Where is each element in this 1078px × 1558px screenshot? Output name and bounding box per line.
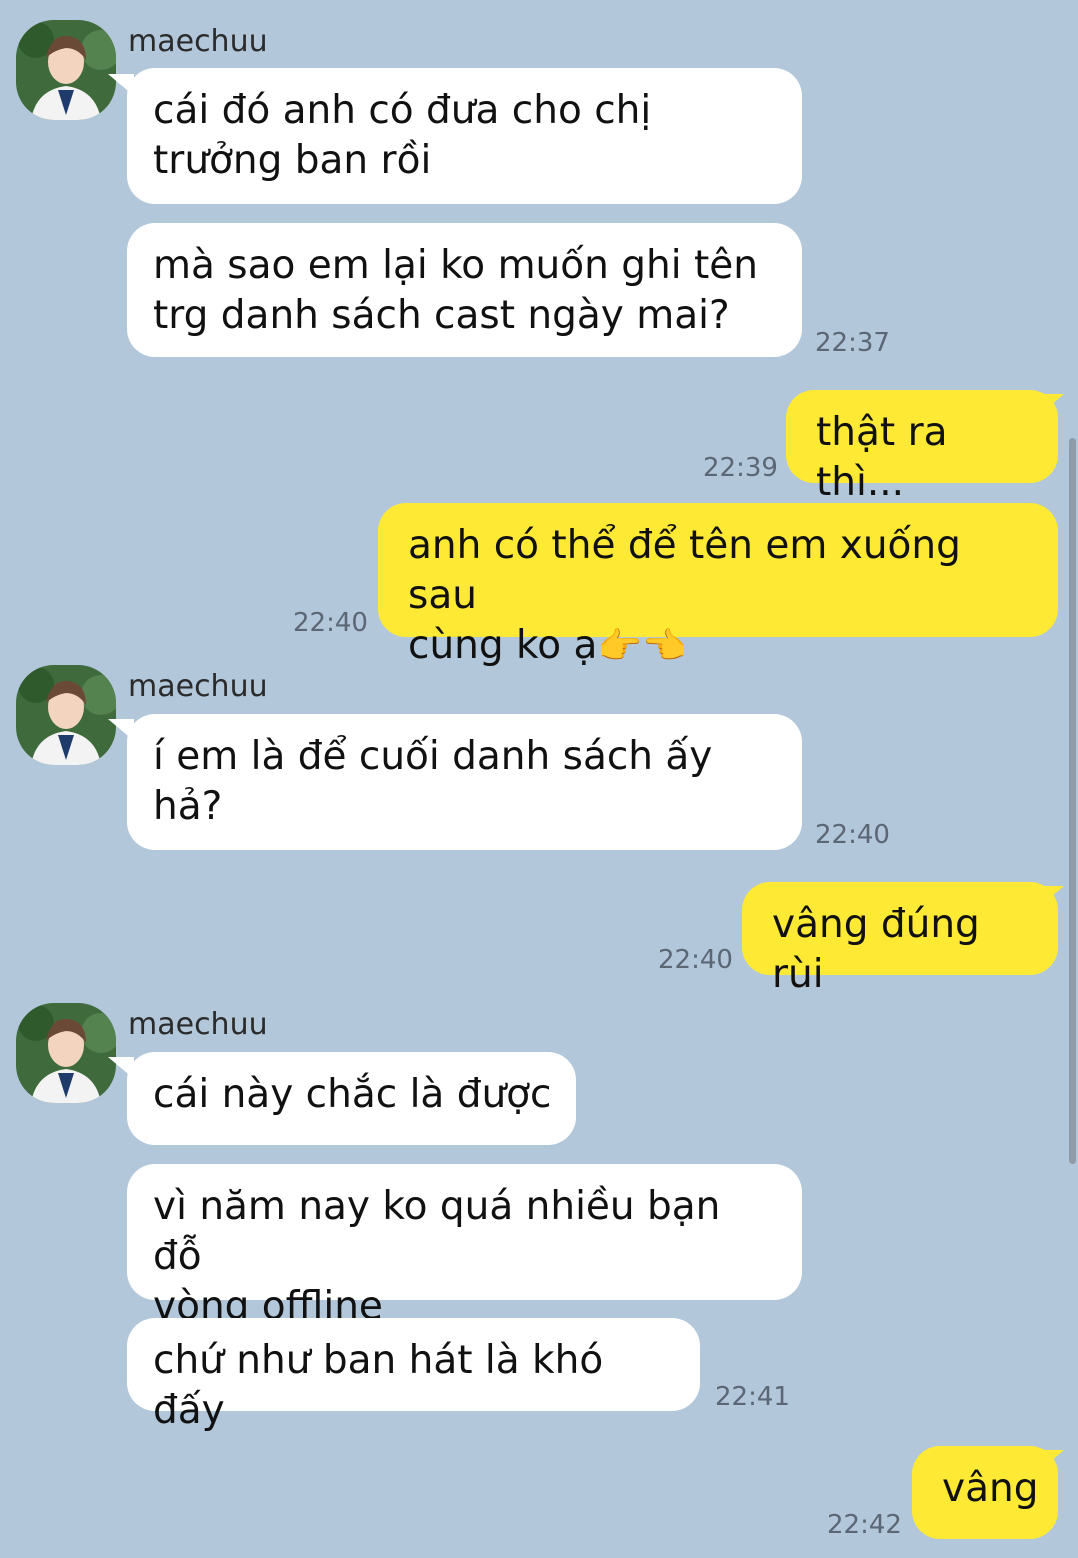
sender-name: maechuu — [128, 669, 268, 704]
avatar[interactable] — [16, 665, 116, 765]
avatar-photo-icon — [16, 665, 116, 765]
pointing-fingers-icon: 👉👈 — [597, 626, 688, 667]
avatar-photo-icon — [16, 20, 116, 120]
incoming-message-bubble[interactable]: cái đó anh có đưa cho chị trưởng ban rồi — [127, 68, 802, 204]
outgoing-message-bubble[interactable]: thật ra thì... — [786, 390, 1058, 505]
avatar[interactable] — [16, 1003, 116, 1103]
outgoing-message-bubble[interactable]: vâng — [912, 1446, 1058, 1539]
avatar[interactable] — [16, 20, 116, 120]
sender-name: maechuu — [128, 1007, 268, 1042]
incoming-message-bubble[interactable]: vì năm nay ko quá nhiều bạn đỗ vòng offl… — [127, 1164, 802, 1329]
sender-name: maechuu — [128, 24, 268, 59]
outgoing-message-bubble[interactable]: vâng đúng rùi — [742, 882, 1058, 997]
message-timestamp: 22:41 — [715, 1382, 790, 1412]
bubble-tail — [1038, 886, 1064, 908]
bubble-tail — [1038, 394, 1064, 416]
message-text: anh có thể để tên em xuống sau cùng ko ạ — [408, 523, 961, 668]
scrollbar[interactable] — [1069, 438, 1076, 1164]
incoming-message-bubble[interactable]: chứ như ban hát là khó đấy — [127, 1318, 700, 1433]
message-timestamp: 22:40 — [293, 608, 368, 638]
message-timestamp: 22:39 — [703, 453, 778, 483]
incoming-message-bubble[interactable]: mà sao em lại ko muốn ghi tên trg danh s… — [127, 223, 802, 357]
avatar-photo-icon — [16, 1003, 116, 1103]
message-timestamp: 22:40 — [658, 945, 733, 975]
message-timestamp: 22:37 — [815, 328, 890, 358]
message-timestamp: 22:40 — [815, 820, 890, 850]
bubble-tail — [1038, 1450, 1064, 1472]
incoming-message-bubble[interactable]: cái này chắc là được — [127, 1052, 576, 1145]
outgoing-message-bubble[interactable]: anh có thể để tên em xuống sau cùng ko ạ… — [378, 503, 1058, 668]
message-timestamp: 22:42 — [827, 1510, 902, 1540]
incoming-message-bubble[interactable]: í em là để cuối danh sách ấy hả? — [127, 714, 802, 850]
